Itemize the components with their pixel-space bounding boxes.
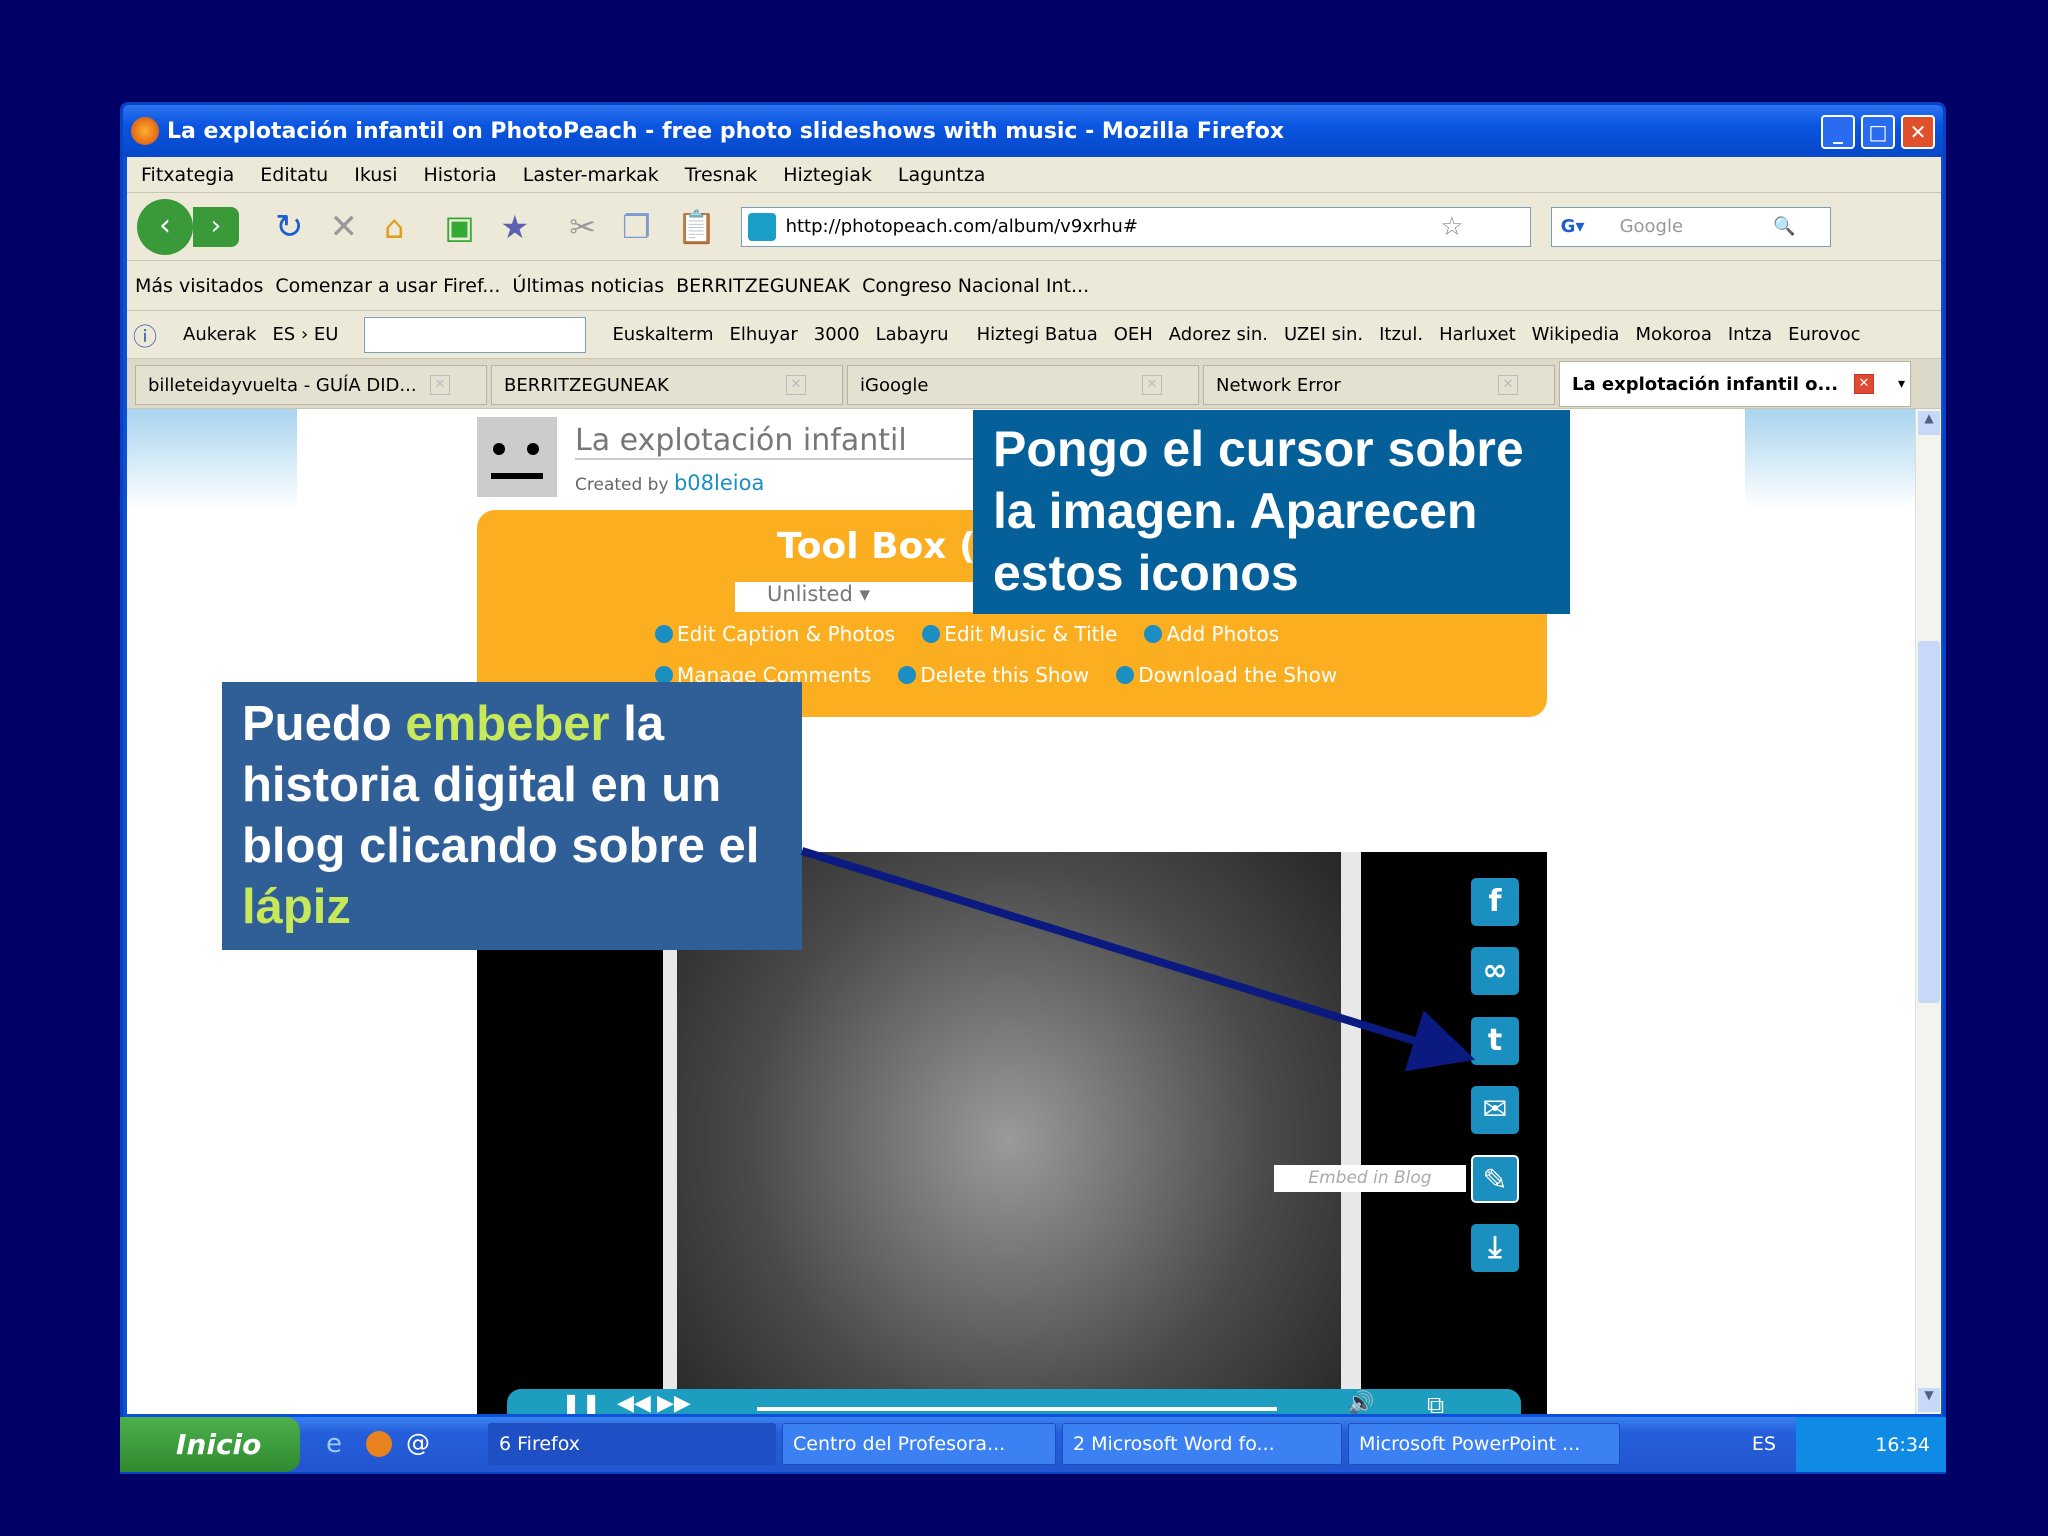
arrow-annotation	[800, 847, 1476, 1072]
